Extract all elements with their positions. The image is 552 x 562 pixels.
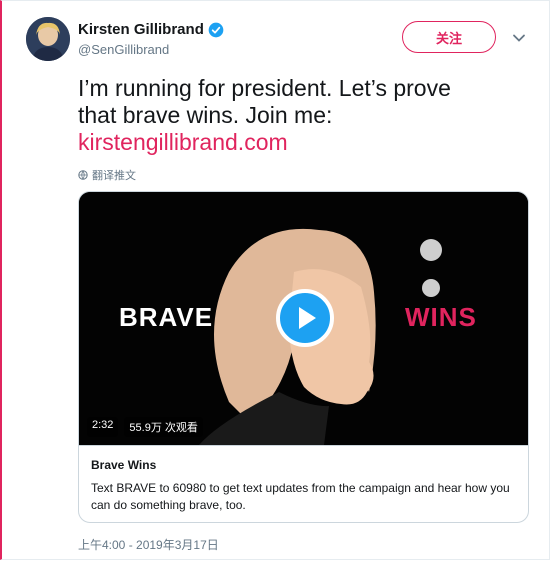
video-views: 55.9万 次观看 — [124, 417, 203, 437]
tweet-line-2: that brave wins. Join me: — [78, 102, 333, 128]
card-body[interactable]: Brave Wins Text BRAVE to 60980 to get te… — [79, 445, 528, 514]
follow-button[interactable]: 关注 — [402, 21, 496, 53]
translate-tweet[interactable]: 翻译推文 — [78, 167, 136, 183]
verified-badge-icon — [208, 22, 224, 37]
video-player[interactable]: BRAVE WINS 2:32 55.9万 次观看 — [79, 192, 528, 445]
user-name[interactable]: Kirsten Gillibrand — [78, 21, 204, 38]
user-handle[interactable]: @SenGillibrand — [78, 42, 224, 57]
user-info: Kirsten Gillibrand @SenGillibrand — [78, 21, 224, 57]
tweet-link[interactable]: kirstengillibrand.com — [78, 129, 518, 156]
card-description: Text BRAVE to 60980 to get text updates … — [91, 481, 510, 512]
video-wins-text: WINS — [405, 302, 477, 332]
timestamp[interactable]: 上午4:00 - 2019年3月17日 — [78, 536, 219, 553]
tweet-text: I’m running for president. Let’s prove t… — [78, 75, 518, 156]
translate-label[interactable]: 翻译推文 — [92, 167, 136, 183]
chevron-down-icon[interactable] — [512, 31, 526, 45]
play-icon[interactable] — [276, 289, 334, 347]
card-title: Brave Wins — [91, 458, 157, 472]
globe-icon — [78, 170, 88, 180]
tweet-line-1: I’m running for president. Let’s prove — [78, 75, 451, 101]
media-card[interactable]: BRAVE WINS 2:32 55.9万 次观看 Brave Wins Tex… — [78, 191, 529, 523]
video-brave-text: BRAVE — [119, 302, 214, 332]
tweet-frame: Kirsten Gillibrand @SenGillibrand 关注 I’m… — [0, 0, 550, 560]
avatar-photo — [26, 17, 70, 61]
video-meta: 2:32 55.9万 次观看 — [87, 417, 203, 437]
avatar[interactable] — [26, 17, 70, 61]
video-duration: 2:32 — [87, 417, 119, 437]
